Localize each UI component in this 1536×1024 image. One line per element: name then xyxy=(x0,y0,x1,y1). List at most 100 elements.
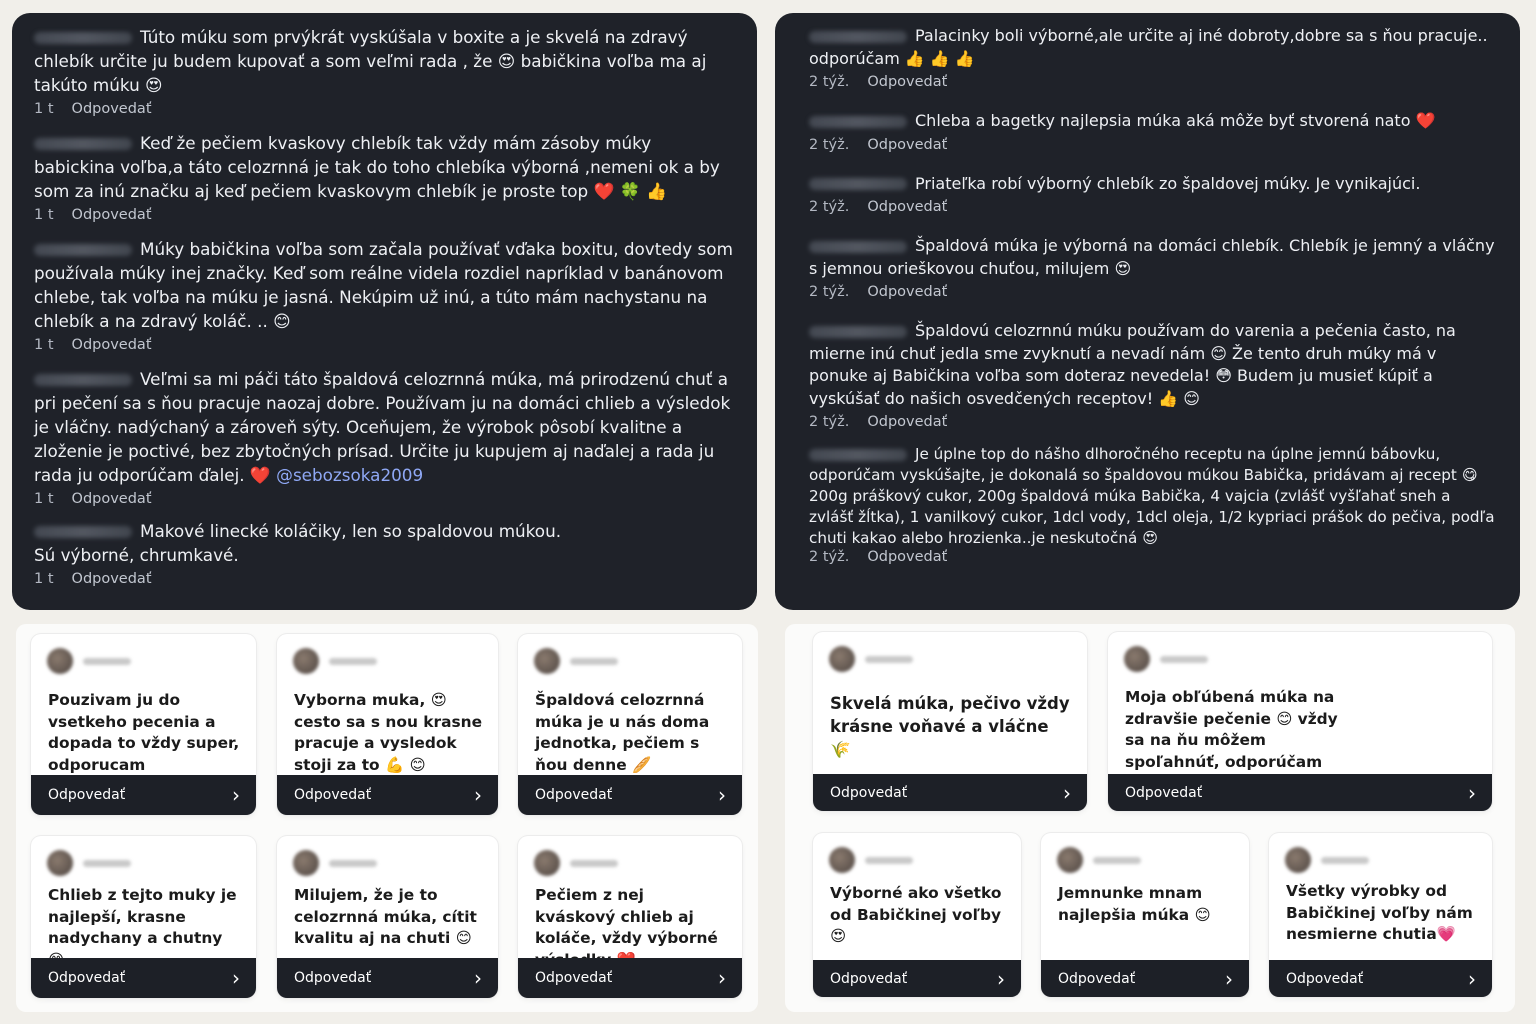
username[interactable] xyxy=(865,856,913,864)
comment-item: Makové linecké koláčiky, len so spaldovo… xyxy=(34,519,735,587)
reply-link[interactable]: Odpovedať xyxy=(867,199,947,215)
commenter-name[interactable] xyxy=(34,244,132,256)
username[interactable] xyxy=(570,859,618,867)
chevron-right-icon: › xyxy=(718,966,726,990)
comment-time: 2 týž. xyxy=(809,414,850,430)
comment-text: Makové linecké koláčiky, len so spaldovo… xyxy=(140,521,562,541)
comment-time: 2 týž. xyxy=(809,199,850,215)
reply-button[interactable]: Odpovedať › xyxy=(277,958,498,998)
comment-text: Múky babičkina voľba som začala používať… xyxy=(34,239,733,331)
username[interactable] xyxy=(865,655,913,663)
reply-link[interactable]: Odpovedať xyxy=(72,101,152,117)
username[interactable] xyxy=(329,657,377,665)
reply-button[interactable]: Odpovedať › xyxy=(813,960,1021,997)
username[interactable] xyxy=(570,657,618,665)
reply-link[interactable]: Odpovedať xyxy=(867,137,947,153)
comment-text-line2: Sú výborné, chrumkavé. xyxy=(34,545,239,565)
comment-text: Priateľka robí výborný chlebík zo špaldo… xyxy=(915,173,1421,193)
reply-button[interactable]: Odpovedať › xyxy=(518,958,742,998)
avatar[interactable] xyxy=(47,648,73,674)
reply-button[interactable]: Odpovedať › xyxy=(277,775,498,815)
reply-button-label: Odpovedať xyxy=(535,970,613,986)
chevron-right-icon: › xyxy=(997,966,1005,991)
comment-time: 2 týž. xyxy=(809,284,850,300)
comment-item: Chleba a bagetky najlepsia múka aká môže… xyxy=(809,110,1498,153)
reply-link[interactable]: Odpovedať xyxy=(72,491,152,507)
reply-link[interactable]: Odpovedať xyxy=(867,284,947,300)
commenter-name[interactable] xyxy=(809,30,907,43)
review-card: Jemnunke mnam najlepšia múka 😊 Odpovedať… xyxy=(1041,833,1249,997)
reply-button[interactable]: Odpovedať › xyxy=(518,775,742,815)
review-card: Všetky výrobky od Babičkinej voľby nám n… xyxy=(1269,833,1492,997)
username[interactable] xyxy=(83,657,131,665)
avatar[interactable] xyxy=(534,648,560,674)
comment-item: Priateľka robí výborný chlebík zo špaldo… xyxy=(809,173,1498,215)
commenter-name[interactable] xyxy=(809,448,907,461)
reply-link[interactable]: Odpovedať xyxy=(867,74,947,90)
commenter-name[interactable] xyxy=(809,115,907,128)
username[interactable] xyxy=(1321,856,1369,864)
comment-item: Múky babičkina voľba som začala používať… xyxy=(34,237,735,353)
comment-time: 2 týž. xyxy=(809,136,850,153)
comments-panel-left: Túto múku som prvýkrát vyskúšala v boxit… xyxy=(12,13,757,610)
reply-button-label: Odpovedať xyxy=(48,787,126,803)
reply-link[interactable]: Odpovedať xyxy=(72,207,152,223)
user-mention-link[interactable]: @sebozsoka2009 xyxy=(276,465,423,485)
comment-time: 1 t xyxy=(34,337,54,353)
comment-item: Túto múku som prvýkrát vyskúšala v boxit… xyxy=(34,25,735,117)
commenter-name[interactable] xyxy=(809,240,907,253)
comment-item: Je úplne top do nášho dlhoročného recept… xyxy=(809,444,1498,565)
avatar[interactable] xyxy=(47,850,73,876)
commenter-name[interactable] xyxy=(809,325,907,338)
reply-button[interactable]: Odpovedať › xyxy=(1269,960,1492,997)
commenter-name[interactable] xyxy=(34,374,132,386)
reply-button-label: Odpovedať xyxy=(1058,970,1136,987)
commenter-name[interactable] xyxy=(34,138,132,150)
username[interactable] xyxy=(1093,856,1141,864)
reply-link[interactable]: Odpovedať xyxy=(72,571,152,587)
avatar[interactable] xyxy=(1285,847,1311,873)
review-card: Chlieb z tejto muky je najlepší, krasne … xyxy=(31,836,256,998)
comment-time: 1 t xyxy=(34,571,54,587)
review-card: Špaldová celozrnná múka je u nás doma je… xyxy=(518,634,742,815)
comment-time: 1 t xyxy=(34,207,54,223)
review-card: Pečiem z nej kváskový chlieb aj koláče, … xyxy=(518,836,742,998)
review-text: Špaldová celozrnná múka je u nás doma je… xyxy=(535,691,710,774)
reply-button[interactable]: Odpovedať › xyxy=(1041,960,1249,997)
reply-button[interactable]: Odpovedať › xyxy=(1108,774,1492,811)
reply-button[interactable]: Odpovedať › xyxy=(31,775,256,815)
commenter-name[interactable] xyxy=(34,32,132,44)
chevron-right-icon: › xyxy=(1468,966,1476,991)
avatar[interactable] xyxy=(293,648,319,674)
review-cards-left: Pouzivam ju do vsetkeho pecenia a dopada… xyxy=(16,624,758,1012)
avatar[interactable] xyxy=(1057,847,1083,873)
comment-text: Špaldová múka je výborná na domáci chleb… xyxy=(809,236,1495,278)
chevron-right-icon: › xyxy=(232,783,240,807)
avatar[interactable] xyxy=(829,646,855,672)
reply-button[interactable]: Odpovedať › xyxy=(813,774,1087,811)
reply-button-label: Odpovedať xyxy=(294,787,372,803)
username[interactable] xyxy=(329,859,377,867)
avatar[interactable] xyxy=(829,847,855,873)
comment-text: Je úplne top do nášho dlhoročného recept… xyxy=(809,445,1495,547)
reply-link[interactable]: Odpovedať xyxy=(867,414,947,430)
commenter-name[interactable] xyxy=(34,526,132,538)
comment-time: 1 t xyxy=(34,101,54,117)
review-card: Výborné ako všetko od Babičkinej voľby 😍… xyxy=(813,833,1021,997)
username[interactable] xyxy=(1160,655,1208,663)
avatar[interactable] xyxy=(1124,646,1150,672)
review-card: Moja obľúbená múka na zdravšie pečenie 😊… xyxy=(1108,632,1492,811)
review-card: Vyborna muka, 😍 cesto sa s nou krasne pr… xyxy=(277,634,498,815)
reply-button-label: Odpovedať xyxy=(1125,784,1203,801)
chevron-right-icon: › xyxy=(1225,966,1233,991)
reply-link[interactable]: Odpovedať xyxy=(72,337,152,353)
commenter-name[interactable] xyxy=(809,178,907,190)
username[interactable] xyxy=(83,859,131,867)
chevron-right-icon: › xyxy=(1063,780,1071,805)
reply-link[interactable]: Odpovedať xyxy=(867,549,947,565)
reply-button[interactable]: Odpovedať › xyxy=(31,958,256,998)
avatar[interactable] xyxy=(293,850,319,876)
review-text: Jemnunke mnam najlepšia múka 😊 xyxy=(1058,884,1211,924)
comment-time: 2 týž. xyxy=(809,74,850,90)
avatar[interactable] xyxy=(534,850,560,876)
